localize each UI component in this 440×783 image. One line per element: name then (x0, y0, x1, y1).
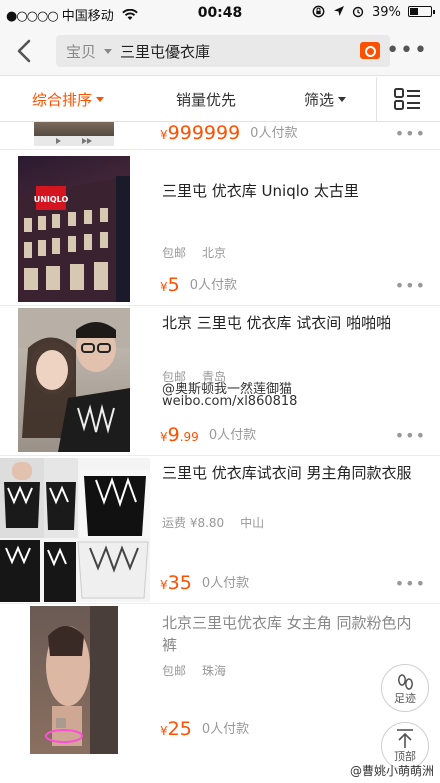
tab-filter[interactable]: 筛选 (304, 89, 347, 110)
list-item[interactable]: ¥999999 0人付款 ••• (0, 122, 440, 150)
product-image[interactable] (0, 458, 150, 602)
product-image[interactable] (34, 122, 114, 146)
item-more-icon[interactable]: ••• (395, 426, 426, 445)
rotation-lock-icon (312, 5, 324, 18)
currency-symbol: ¥ (160, 128, 168, 142)
footprint-button[interactable]: 足迹 (381, 664, 429, 712)
bottom-watermark: @曹姚小萌萌洲 (349, 764, 434, 778)
product-image[interactable] (30, 606, 118, 754)
tab-filter-label: 筛选 (304, 91, 335, 109)
watermark-url: weibo.com/xl860818 (162, 394, 298, 409)
status-right: 39% (312, 5, 435, 20)
product-title[interactable]: 北京三里屯优衣库 女主角 同款粉色内裤 (162, 612, 424, 656)
status-bar: ●○○○○ 中国移动 00:48 39% (0, 0, 440, 28)
arrow-up-icon (397, 729, 413, 748)
footprint-icon (398, 674, 413, 690)
list-item[interactable]: 北京 三里屯 优衣库 试衣间 啪啪啪 包邮 青岛 @奥斯顿我一然莲御猫 weibo… (0, 306, 440, 456)
search-query[interactable]: 三里屯優衣庫 (120, 41, 210, 62)
filter-dropdown-icon (338, 97, 347, 102)
search-header: 宝贝 三里屯優衣庫 ••• (0, 28, 440, 76)
price: ¥25 0人付款 (160, 718, 249, 740)
list-view-toggle-icon[interactable] (392, 86, 422, 112)
paid-count: 0人付款 (189, 278, 238, 293)
price: ¥5 0人付款 (160, 274, 237, 296)
product-meta: 运费 ¥8.80 中山 (162, 514, 264, 531)
results-list: ¥999999 0人付款 ••• UNIQLO 三里屯 优衣库 Uniqlo 太古… (0, 122, 440, 783)
list-item[interactable]: 北京三里屯优衣库 女主角 同款粉色内裤 包邮 珠海 ¥25 0人付款 (0, 604, 440, 783)
divider (376, 77, 377, 122)
filter-bar: 综合排序 销量优先 筛选 (0, 77, 440, 122)
currency-symbol: ¥ (160, 578, 168, 592)
price-value: 35 (167, 572, 192, 594)
price-value: 9 (167, 424, 180, 446)
price-value: 5 (167, 274, 180, 296)
tab-sales[interactable]: 销量优先 (176, 89, 236, 110)
back-arrow-icon[interactable] (10, 36, 38, 66)
item-more-icon[interactable]: ••• (395, 574, 426, 593)
paid-count: 0人付款 (208, 428, 257, 443)
tab-sort[interactable]: 综合排序 (32, 89, 105, 110)
list-item[interactable]: UNIQLO 三里屯 优衣库 Uniqlo 太古里 包邮 北京 ¥5 0人付款 ••… (0, 150, 440, 306)
footprint-label: 足迹 (394, 692, 416, 705)
shipping-info: 包邮 (162, 246, 187, 260)
tab-sort-label: 综合排序 (32, 91, 93, 109)
currency-symbol: ¥ (160, 724, 168, 738)
product-image[interactable] (18, 308, 130, 452)
scope-dropdown-icon (104, 49, 112, 54)
paid-count: 0人付款 (201, 722, 250, 737)
price-value: 25 (167, 718, 192, 740)
list-item[interactable]: 三里屯 优衣库试衣间 男主角同款衣服 运费 ¥8.80 中山 ¥35 0人付款 ••… (0, 456, 440, 604)
uniqlo-store-photo: UNIQLO (18, 176, 130, 302)
product-title[interactable]: 北京 三里屯 优衣库 试衣间 啪啪啪 (162, 312, 424, 334)
battery-icon (408, 6, 435, 17)
product-image[interactable]: UNIQLO (18, 156, 130, 302)
search-box[interactable]: 宝贝 三里屯優衣庫 (56, 35, 390, 67)
battery-percent: 39% (371, 5, 401, 20)
product-title[interactable]: 三里屯 优衣库 Uniqlo 太古里 (162, 180, 424, 202)
location-icon (333, 6, 344, 16)
location: 北京 (202, 246, 227, 260)
product-meta: 包邮 珠海 (162, 662, 226, 679)
alarm-icon (352, 6, 364, 18)
tshirt-collage-photo (0, 458, 150, 602)
search-scope[interactable]: 宝贝 (66, 41, 96, 62)
price: ¥999999 0人付款 (160, 122, 297, 144)
currency-symbol: ¥ (160, 430, 168, 444)
shipping-info: 包邮 (162, 664, 187, 678)
sort-dropdown-icon (96, 97, 105, 102)
more-menu-icon[interactable]: ••• (386, 38, 428, 63)
shipping-info: 运费 ¥8.80 (162, 516, 225, 530)
price: ¥9.99 0人付款 (160, 424, 256, 446)
couple-selfie-photo (18, 308, 130, 452)
paid-count: 0人付款 (250, 126, 298, 141)
location: 珠海 (202, 664, 227, 678)
price-decimal: .99 (179, 430, 199, 444)
item-more-icon[interactable]: ••• (395, 276, 426, 295)
item-more-icon[interactable]: ••• (395, 124, 426, 143)
location: 中山 (240, 516, 265, 530)
store-sign-text: UNIQLO (34, 195, 69, 204)
paid-count: 0人付款 (201, 576, 250, 591)
camera-icon[interactable] (360, 42, 380, 59)
product-title[interactable]: 三里屯 优衣库试衣间 男主角同款衣服 (162, 462, 424, 484)
video-thumbnail (34, 136, 114, 146)
currency-symbol: ¥ (160, 280, 168, 294)
price: ¥35 0人付款 (160, 572, 249, 594)
product-meta: 包邮 北京 (162, 244, 226, 261)
fitting-room-photo (45, 606, 118, 754)
price-value: 999999 (167, 122, 241, 144)
